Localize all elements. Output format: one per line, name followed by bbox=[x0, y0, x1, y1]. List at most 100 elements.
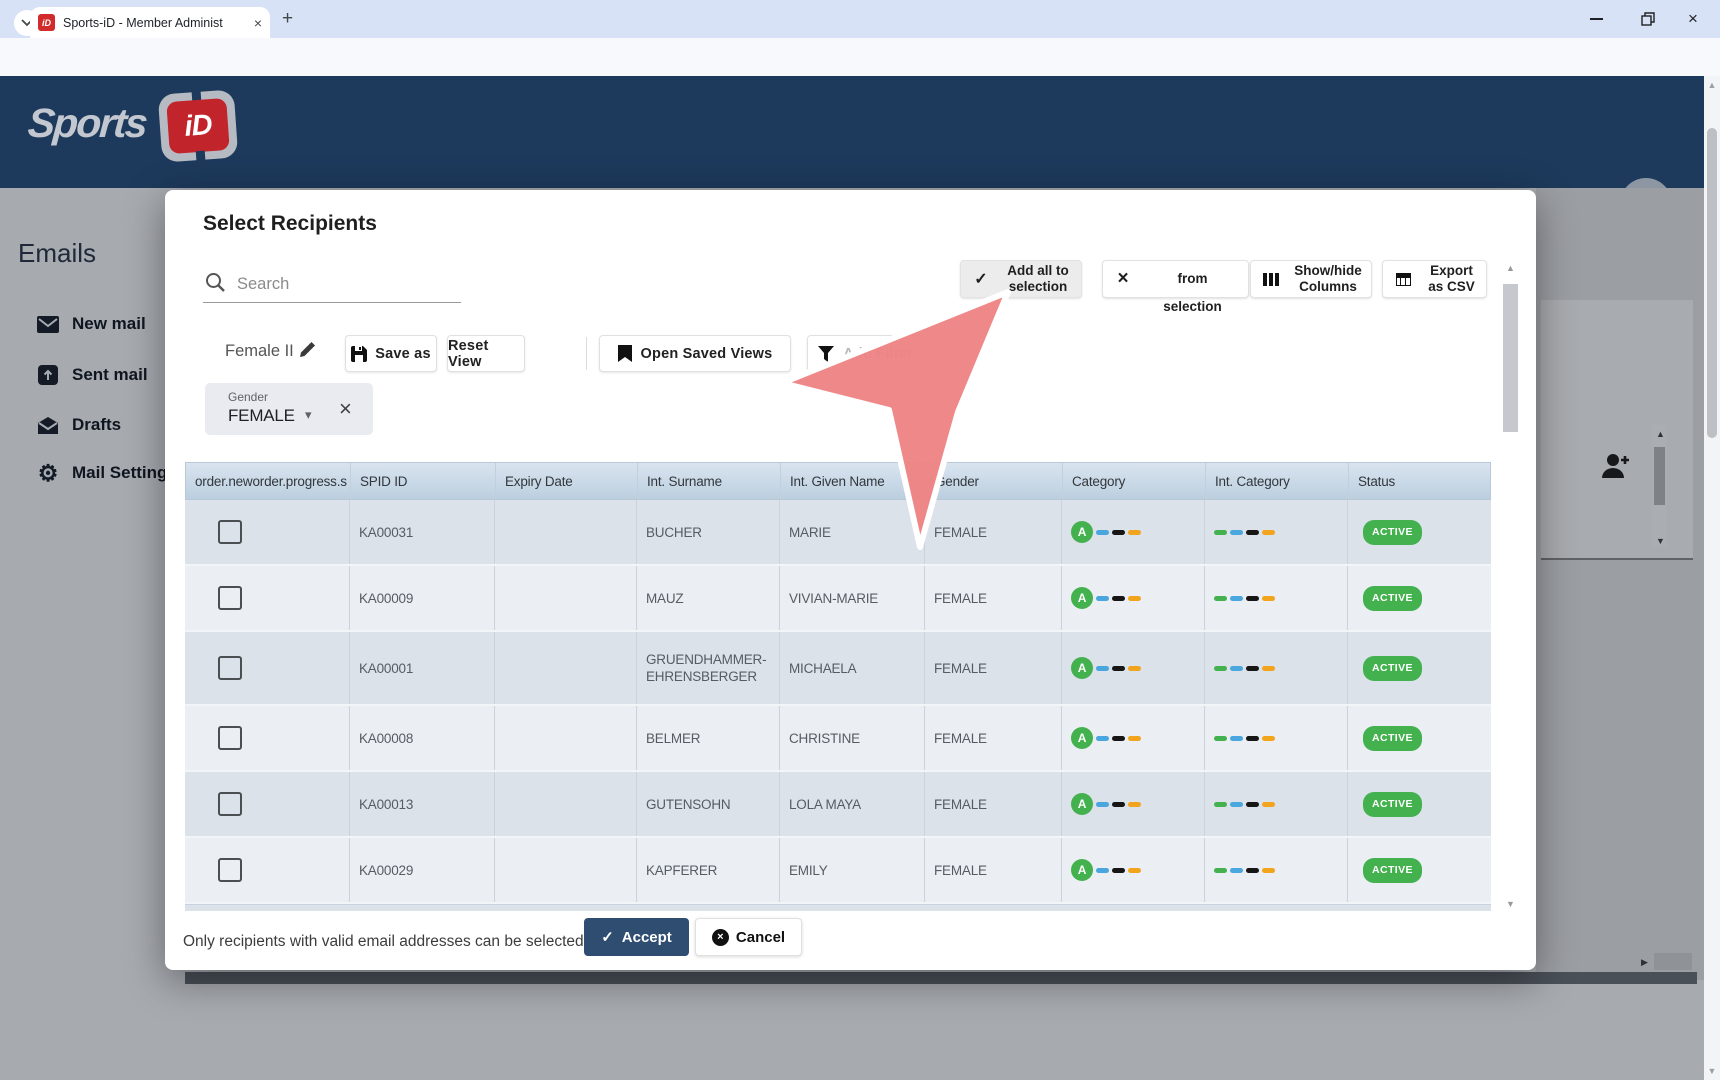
save-as-button[interactable]: Save as bbox=[345, 335, 437, 372]
col-header[interactable]: Status bbox=[1349, 463, 1490, 499]
gender-filter-chip[interactable]: Gender FEMALE ▾ × bbox=[205, 383, 373, 435]
cell-spid: KA00008 bbox=[350, 706, 495, 770]
search-input[interactable] bbox=[235, 274, 449, 295]
window-close-button[interactable]: × bbox=[1688, 11, 1698, 27]
col-header[interactable]: Expiry Date bbox=[496, 463, 638, 499]
category-badge: A bbox=[1071, 859, 1093, 881]
row-checkbox[interactable] bbox=[218, 858, 242, 882]
cell-int-category bbox=[1205, 632, 1348, 704]
accept-button[interactable]: ✓ Accept bbox=[584, 918, 689, 956]
new-tab-button[interactable]: + bbox=[282, 8, 293, 30]
dialog-scrollbar-thumb[interactable] bbox=[1503, 284, 1518, 432]
row-checkbox[interactable] bbox=[218, 792, 242, 816]
col-header[interactable]: Gender bbox=[926, 463, 1063, 499]
cell-expiry bbox=[495, 500, 637, 564]
sports-id-logo-icon[interactable]: iD bbox=[158, 89, 239, 162]
status-badge: ACTIVE bbox=[1363, 520, 1422, 545]
sidebar-title: Emails bbox=[18, 238, 96, 269]
remove-from-selection-button[interactable]: × from selection bbox=[1102, 260, 1249, 298]
cell-status: ACTIVE bbox=[1348, 566, 1489, 630]
cell-expiry bbox=[495, 706, 637, 770]
sports-id-favicon: iD bbox=[38, 14, 55, 31]
page-scrollbar-thumb[interactable] bbox=[1707, 128, 1717, 438]
tab-title: Sports-iD - Member Administra bbox=[63, 16, 223, 30]
cancel-x-icon: × bbox=[712, 929, 729, 946]
remove-filter-icon[interactable]: × bbox=[339, 396, 352, 422]
cell-status: ACTIVE bbox=[1348, 500, 1489, 564]
cell-category: A bbox=[1062, 838, 1205, 902]
category-badge: A bbox=[1071, 793, 1093, 815]
cell-gender: FEMALE bbox=[925, 566, 1062, 630]
filter-chip-label: Gender bbox=[228, 390, 268, 404]
gear-icon: ⚙ bbox=[36, 461, 60, 485]
x-icon: × bbox=[1113, 268, 1133, 290]
col-header[interactable]: Int. Surname bbox=[638, 463, 781, 499]
cell-category: A bbox=[1062, 706, 1205, 770]
scroll-up-icon: ▲ bbox=[1656, 430, 1665, 439]
recipients-table: order.neworder.progress.s SPID ID Expiry… bbox=[185, 462, 1491, 911]
cell-status: ACTIVE bbox=[1348, 706, 1489, 770]
cell-category: A bbox=[1062, 772, 1205, 836]
add-all-to-selection-button[interactable]: ✓ Add all toselection bbox=[960, 260, 1082, 298]
sidebar-item-drafts[interactable]: Drafts bbox=[36, 413, 121, 437]
search-icon bbox=[205, 272, 226, 293]
save-icon bbox=[351, 346, 367, 362]
table-row: KA00029 KAPFERER EMILY FEMALE A ACTIVE bbox=[185, 838, 1491, 904]
browser-tabstrip: iD Sports-iD - Member Administra × + × bbox=[0, 0, 1720, 38]
cell-given-name: EMILY bbox=[780, 838, 925, 902]
cell-surname: KAPFERER bbox=[637, 838, 780, 902]
partial-next-row bbox=[185, 904, 1491, 911]
col-header[interactable]: Category bbox=[1063, 463, 1206, 499]
scroll-up-icon[interactable]: ▲ bbox=[1704, 80, 1720, 90]
export-as-csv-button[interactable]: Exportas CSV bbox=[1382, 260, 1487, 298]
show-hide-columns-button[interactable]: Show/hideColumns bbox=[1250, 260, 1372, 298]
edit-pencil-icon[interactable] bbox=[298, 340, 317, 359]
col-header[interactable]: Int. Given Name bbox=[781, 463, 926, 499]
dialog-scrollbar[interactable]: ▲ ▼ bbox=[1502, 260, 1519, 912]
row-checkbox[interactable] bbox=[218, 586, 242, 610]
row-checkbox[interactable] bbox=[218, 726, 242, 750]
sidebar-item-new-mail[interactable]: New mail bbox=[36, 312, 146, 336]
chevron-down-icon[interactable]: ▾ bbox=[305, 407, 312, 423]
scroll-down-icon[interactable]: ▼ bbox=[1502, 900, 1519, 909]
cell-expiry bbox=[495, 838, 637, 902]
sidebar-item-sent-mail[interactable]: Sent mail bbox=[36, 363, 148, 387]
cell-int-category bbox=[1205, 772, 1348, 836]
table-row: KA00031 BUCHER MARIE FEMALE A ACTIVE bbox=[185, 500, 1491, 566]
browser-tab[interactable]: iD Sports-iD - Member Administra × bbox=[30, 7, 270, 38]
cell-int-category bbox=[1205, 500, 1348, 564]
cell-expiry bbox=[495, 566, 637, 630]
category-badge: A bbox=[1071, 521, 1093, 543]
logo-text[interactable]: Sports bbox=[26, 100, 147, 147]
cell-category: A bbox=[1062, 632, 1205, 704]
window-restore-button[interactable] bbox=[1641, 11, 1655, 27]
filter-funnel-icon bbox=[818, 346, 834, 362]
scroll-right-icon: ▶ bbox=[1641, 958, 1648, 967]
browser-toolbar: sportsid-kid.demo.risedev.at/admin/mail/… bbox=[0, 38, 1720, 77]
person-add-icon bbox=[1601, 452, 1631, 478]
status-badge: ACTIVE bbox=[1363, 586, 1422, 611]
scroll-down-icon[interactable]: ▼ bbox=[1704, 1066, 1720, 1076]
category-badge: A bbox=[1071, 587, 1093, 609]
open-saved-views-button[interactable]: Open Saved Views bbox=[599, 335, 791, 372]
tab-close-icon[interactable]: × bbox=[254, 16, 262, 30]
cell-gender: FEMALE bbox=[925, 838, 1062, 902]
reset-view-button[interactable]: Reset View bbox=[447, 335, 525, 372]
sidebar-item-mail-settings[interactable]: ⚙ Mail Settings bbox=[36, 461, 177, 485]
status-badge: ACTIVE bbox=[1363, 656, 1422, 681]
row-checkbox[interactable] bbox=[218, 656, 242, 680]
check-icon: ✓ bbox=[601, 928, 614, 946]
row-checkbox[interactable] bbox=[218, 520, 242, 544]
col-header[interactable]: Int. Category bbox=[1206, 463, 1349, 499]
status-badge: ACTIVE bbox=[1363, 792, 1422, 817]
cell-int-category bbox=[1205, 706, 1348, 770]
col-header[interactable]: SPID ID bbox=[351, 463, 496, 499]
scroll-up-icon[interactable]: ▲ bbox=[1502, 264, 1519, 273]
window-minimize-button[interactable] bbox=[1590, 11, 1603, 27]
cancel-button[interactable]: × Cancel bbox=[695, 918, 802, 956]
view-bar-divider bbox=[586, 337, 587, 370]
col-header[interactable]: order.neworder.progress.s bbox=[186, 463, 351, 499]
view-name-label: Female II bbox=[225, 342, 294, 361]
add-filter-button[interactable]: Add Filter bbox=[807, 335, 924, 372]
cell-spid: KA00009 bbox=[350, 566, 495, 630]
